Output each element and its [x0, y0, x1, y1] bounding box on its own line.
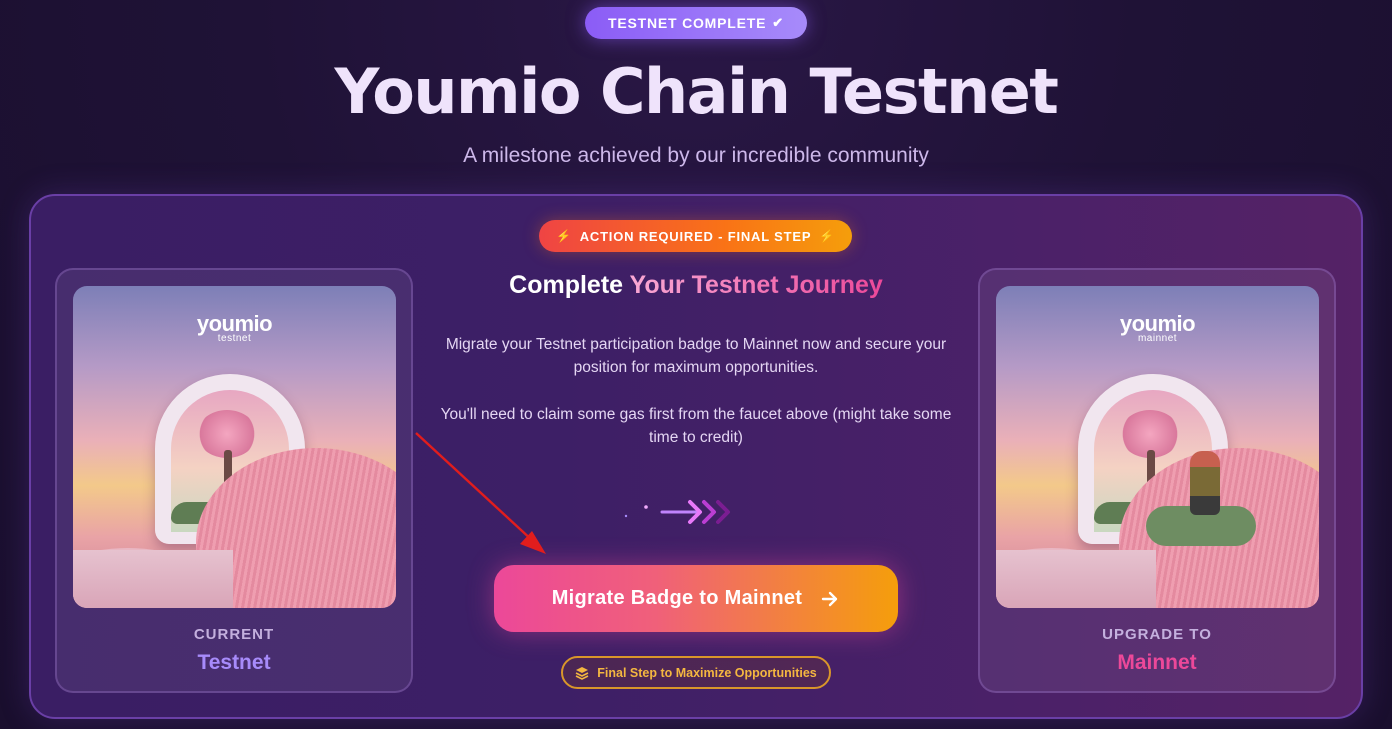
youmio-logo: youmio mainnet — [996, 313, 1319, 344]
migrate-button-label: Migrate Badge to Mainnet — [551, 587, 803, 609]
current-network-name: Testnet — [197, 651, 271, 674]
journey-heading-highlight: Your Testnet Journey — [629, 271, 883, 299]
page-title: Youmio Chain Testnet — [334, 55, 1059, 128]
bolt-icon: ⚡ — [819, 229, 836, 243]
layers-icon — [575, 666, 589, 680]
status-badge: TESTNET COMPLETE ✔ — [585, 7, 807, 39]
check-icon: ✔ — [772, 15, 784, 30]
upgrade-network-name: Mainnet — [1117, 651, 1197, 674]
upgrade-network-card: youmio mainnet UPGRADE TO Mainnet — [978, 268, 1336, 693]
final-step-label: Final Step to Maximize Opportunities — [597, 665, 817, 680]
testnet-badge-image: youmio testnet — [73, 286, 396, 608]
page-subtitle: A milestone achieved by our incredible c… — [463, 144, 929, 167]
current-network-card: youmio testnet CURRENT Testnet — [55, 268, 413, 693]
current-label: CURRENT — [193, 626, 275, 643]
final-step-badge: Final Step to Maximize Opportunities — [561, 656, 831, 689]
upgrade-label: UPGRADE TO — [1102, 626, 1212, 643]
mainnet-badge-image: youmio mainnet — [996, 286, 1319, 608]
action-required-label: ACTION REQUIRED - FINAL STEP — [579, 228, 812, 244]
arrow-right-icon — [820, 589, 840, 609]
youmio-logo: youmio testnet — [73, 313, 396, 344]
gas-faucet-note: You'll need to claim some gas first from… — [440, 406, 952, 446]
flow-arrows-icon — [624, 500, 730, 524]
bolt-icon: ⚡ — [555, 229, 572, 243]
migration-description: Migrate your Testnet participation badge… — [445, 336, 947, 376]
journey-heading: Complete Your Testnet Journey — [440, 271, 952, 300]
action-required-badge: ⚡ ACTION REQUIRED - FINAL STEP ⚡ — [539, 220, 852, 252]
journey-heading-prefix: Complete — [509, 271, 630, 299]
migrate-badge-button[interactable]: Migrate Badge to Mainnet — [494, 565, 898, 632]
logo-subtext: testnet — [217, 333, 252, 344]
status-badge-label: TESTNET COMPLETE — [608, 15, 767, 31]
logo-subtext: mainnet — [1137, 333, 1178, 344]
